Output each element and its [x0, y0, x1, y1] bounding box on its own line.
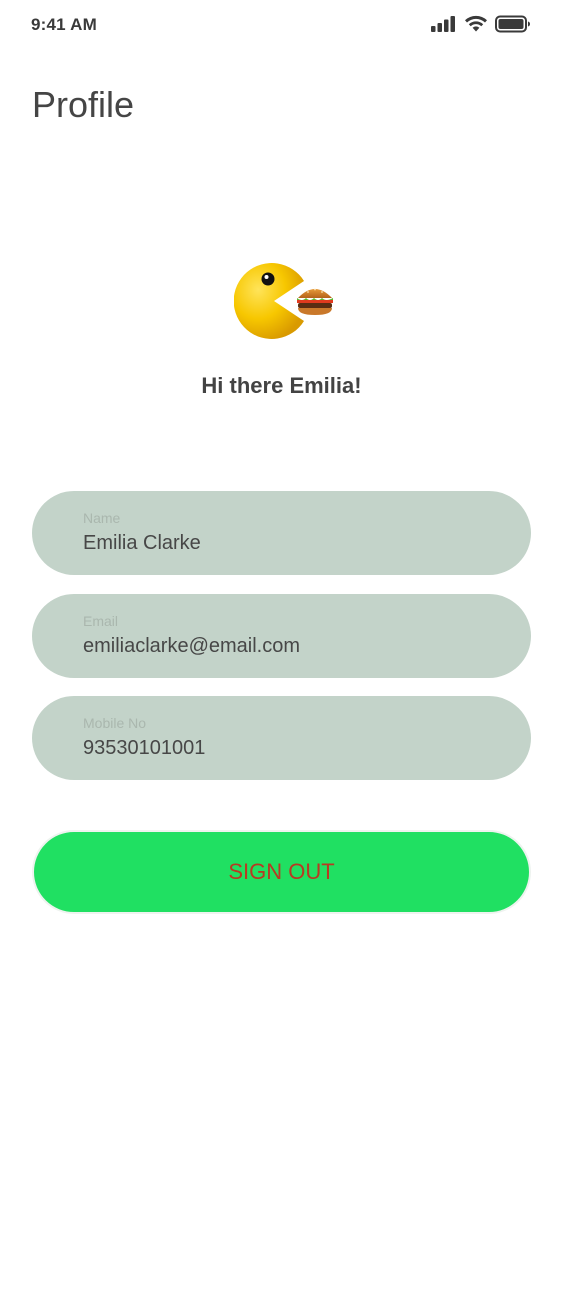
email-field[interactable]: Email emiliaclarke@email.com — [32, 594, 531, 678]
pacman-burger-icon — [233, 259, 336, 343]
mobile-field[interactable]: Mobile No 93530101001 — [32, 696, 531, 780]
status-icons — [431, 14, 531, 34]
page-title: Profile — [32, 84, 135, 125]
status-bar: 9:41 AM — [0, 0, 563, 52]
greeting-text: Hi there Emilia! — [201, 373, 362, 398]
signal-icon — [431, 15, 457, 33]
email-field-label: Email — [83, 613, 119, 629]
mobile-field-label: Mobile No — [83, 715, 147, 731]
status-time: 9:41 AM — [31, 15, 97, 34]
name-field[interactable]: Name Emilia Clarke — [32, 491, 531, 575]
battery-icon — [495, 15, 531, 33]
name-field-label: Name — [83, 510, 121, 526]
name-field-value[interactable]: Emilia Clarke — [83, 532, 201, 555]
wifi-icon — [464, 15, 488, 33]
mobile-field-value[interactable]: 93530101001 — [83, 737, 205, 760]
sign-out-button[interactable]: SIGN OUT — [32, 830, 531, 914]
email-field-value[interactable]: emiliaclarke@email.com — [83, 635, 300, 658]
